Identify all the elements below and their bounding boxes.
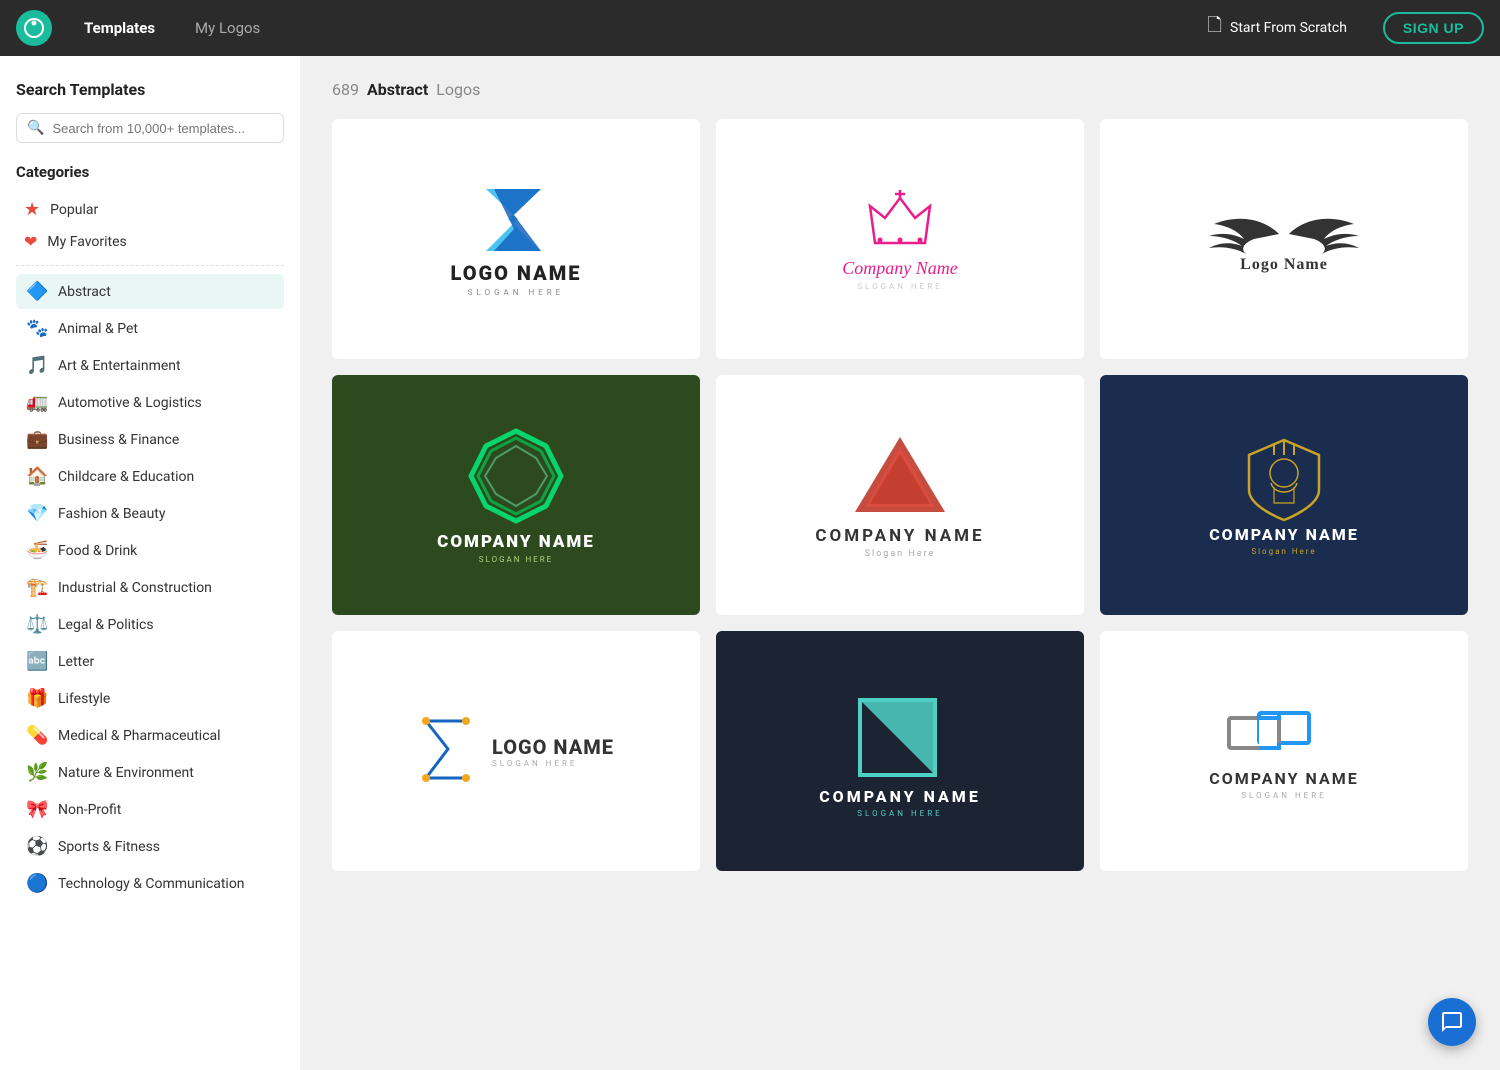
page-wrapper: Search Templates 🔍 Categories ★ Popular … <box>0 56 1500 1070</box>
category-icon: 🔤 <box>26 651 48 672</box>
category-icon: 🏠 <box>26 466 48 487</box>
category-sports---fitness[interactable]: ⚽ Sports & Fitness <box>16 829 284 864</box>
results-keyword: Abstract <box>367 80 428 99</box>
search-box[interactable]: 🔍 <box>16 113 284 143</box>
popular-label: Popular <box>50 202 98 218</box>
nav-my-logos[interactable]: My Logos <box>187 15 268 41</box>
category-label: Animal & Pet <box>58 321 138 337</box>
template-card-3[interactable]: Logo Name <box>1100 119 1468 359</box>
template-card-1[interactable]: LOGO NAME SLOGAN HERE <box>332 119 700 359</box>
category-icon: 💼 <box>26 429 48 450</box>
document-icon: 🗋 <box>1208 13 1222 43</box>
category-label: Fashion & Beauty <box>58 506 166 522</box>
favorites-label: My Favorites <box>47 234 126 250</box>
category-icon: 🏗️ <box>26 577 48 598</box>
category-label: Food & Drink <box>58 543 137 559</box>
category-legal---politics[interactable]: ⚖️ Legal & Politics <box>16 607 284 642</box>
category-non-profit[interactable]: 🎀 Non-Profit <box>16 792 284 827</box>
chat-button[interactable] <box>1428 998 1476 1046</box>
category-label: Childcare & Education <box>58 469 194 485</box>
results-count: 689 <box>332 80 359 99</box>
category-industrial---construction[interactable]: 🏗️ Industrial & Construction <box>16 570 284 605</box>
template-card-2[interactable]: Company Name SLOGAN HERE <box>716 119 1084 359</box>
category-icon: 🎵 <box>26 355 48 376</box>
category-label: Business & Finance <box>58 432 179 448</box>
category-lifestyle[interactable]: 🎁 Lifestyle <box>16 681 284 716</box>
category-food---drink[interactable]: 🍜 Food & Drink <box>16 533 284 568</box>
sidebar-title: Search Templates <box>16 80 284 99</box>
category-icon: ⚖️ <box>26 614 48 635</box>
category-medical---pharmaceutical[interactable]: 💊 Medical & Pharmaceutical <box>16 718 284 753</box>
template-card-9[interactable]: COMPANY NAME SLOGAN HERE <box>1100 631 1468 871</box>
category-icon: 💊 <box>26 725 48 746</box>
category-icon: 🐾 <box>26 318 48 339</box>
category-favorites[interactable]: ❤ My Favorites <box>16 226 284 257</box>
results-suffix: Logos <box>436 80 480 99</box>
category-icon: 🌿 <box>26 762 48 783</box>
category-label: Automotive & Logistics <box>58 395 202 411</box>
template-card-8[interactable]: COMPANY NAME SLOGAN HERE <box>716 631 1084 871</box>
category-icon: 🔷 <box>26 281 48 302</box>
category-popular[interactable]: ★ Popular <box>16 193 284 226</box>
category-icon: 🚛 <box>26 392 48 413</box>
favorites-icon: ❤ <box>24 232 37 251</box>
category-icon: 🍜 <box>26 540 48 561</box>
app-logo[interactable] <box>16 10 52 46</box>
app-header: Templates My Logos 🗋 Start From Scratch … <box>0 0 1500 56</box>
template-card-5[interactable]: COMPANY NAME Slogan Here <box>716 375 1084 615</box>
category-icon: 💎 <box>26 503 48 524</box>
start-scratch-label: Start From Scratch <box>1230 20 1347 36</box>
category-label: Art & Entertainment <box>58 358 181 374</box>
category-label: Lifestyle <box>58 691 110 707</box>
category-letter[interactable]: 🔤 Letter <box>16 644 284 679</box>
category-childcare---education[interactable]: 🏠 Childcare & Education <box>16 459 284 494</box>
category-icon: 🎀 <box>26 799 48 820</box>
category-business---finance[interactable]: 💼 Business & Finance <box>16 422 284 457</box>
categories-list: 🔷 Abstract 🐾 Animal & Pet 🎵 Art & Entertainme… <box>16 274 284 901</box>
category-label: Industrial & Construction <box>58 580 212 596</box>
start-from-scratch-button[interactable]: 🗋 Start From Scratch <box>1196 7 1359 49</box>
main-content: 689 Abstract Logos LOGO NAME SLOG <box>300 56 1500 1070</box>
search-input[interactable] <box>52 121 273 136</box>
category-nature---environment[interactable]: 🌿 Nature & Environment <box>16 755 284 790</box>
category-label: Non-Profit <box>58 802 121 818</box>
category-technology---communication[interactable]: 🔵 Technology & Communication <box>16 866 284 901</box>
category-art---entertainment[interactable]: 🎵 Art & Entertainment <box>16 348 284 383</box>
category-icon: ⚽ <box>26 836 48 857</box>
category-label: Sports & Fitness <box>58 839 160 855</box>
divider <box>16 265 284 266</box>
nav-templates[interactable]: Templates <box>76 15 163 41</box>
template-card-7[interactable]: LOGO NAME SLOGAN HERE <box>332 631 700 871</box>
category-label: Abstract <box>58 284 111 300</box>
logos-grid: LOGO NAME SLOGAN HERE <box>332 119 1468 871</box>
category-label: Legal & Politics <box>58 617 154 633</box>
signup-button[interactable]: SIGN UP <box>1383 12 1484 44</box>
category-icon: 🔵 <box>26 873 48 894</box>
results-header: 689 Abstract Logos <box>332 80 1468 99</box>
category-label: Letter <box>58 654 94 670</box>
sidebar: Search Templates 🔍 Categories ★ Popular … <box>0 56 300 1070</box>
search-icon: 🔍 <box>27 120 44 136</box>
template-card-6[interactable]: COMPANY NAME Slogan Here <box>1100 375 1468 615</box>
category-label: Nature & Environment <box>58 765 194 781</box>
category-label: Medical & Pharmaceutical <box>58 728 221 744</box>
categories-title: Categories <box>16 163 284 181</box>
category-fashion---beauty[interactable]: 💎 Fashion & Beauty <box>16 496 284 531</box>
category-icon: 🎁 <box>26 688 48 709</box>
category-animal---pet[interactable]: 🐾 Animal & Pet <box>16 311 284 346</box>
template-card-4[interactable]: COMPANY NAME Slogan Here <box>332 375 700 615</box>
category-label: Technology & Communication <box>58 876 245 892</box>
category-automotive---logistics[interactable]: 🚛 Automotive & Logistics <box>16 385 284 420</box>
category-abstract[interactable]: 🔷 Abstract <box>16 274 284 309</box>
popular-icon: ★ <box>24 199 40 220</box>
